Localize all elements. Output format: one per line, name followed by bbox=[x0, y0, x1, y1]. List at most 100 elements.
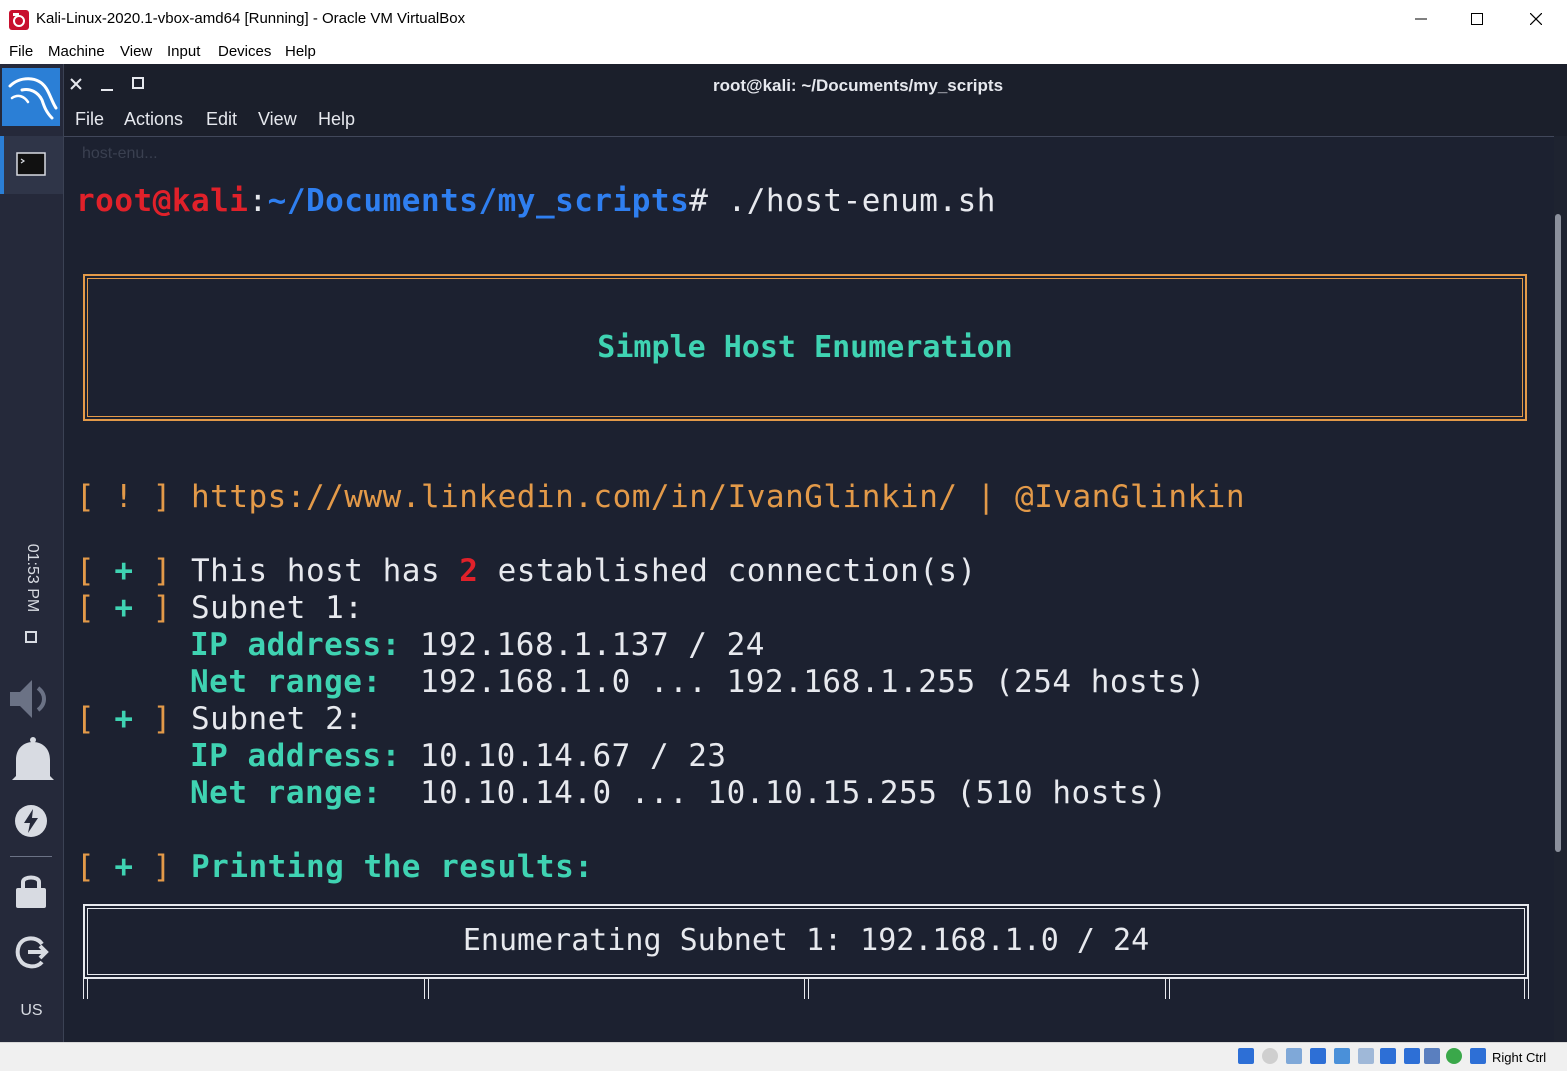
subnet1-range-label: Net range: bbox=[190, 664, 382, 700]
subnet1-ip-value: 192.168.1.137 / 24 bbox=[400, 627, 765, 663]
minimize-button[interactable] bbox=[1392, 0, 1450, 38]
plus-tag-open: [ bbox=[76, 553, 115, 589]
connections-line: [ + ] This host has 2 established connec… bbox=[76, 553, 977, 589]
keyboard-layout[interactable]: US bbox=[0, 1002, 63, 1020]
printing-line: [ + ] Printing the results: bbox=[76, 849, 593, 885]
mouse-integration-icon[interactable] bbox=[1446, 1048, 1462, 1064]
display-icon[interactable] bbox=[24, 630, 38, 644]
power-manager-icon[interactable] bbox=[14, 804, 48, 838]
plus-sign: + bbox=[114, 590, 134, 626]
subnet2-ip-label: IP address: bbox=[190, 738, 401, 774]
network-icon[interactable] bbox=[1310, 1048, 1326, 1064]
recording-icon[interactable] bbox=[1404, 1048, 1420, 1064]
window-title: Kali-Linux-2020.1-vbox-amd64 [Running] -… bbox=[36, 10, 466, 27]
menu-input[interactable]: Input bbox=[167, 43, 200, 60]
close-button[interactable] bbox=[1507, 0, 1565, 38]
prompt-separator: : bbox=[248, 183, 268, 219]
panel-clock[interactable]: 01:53 PM bbox=[12, 529, 52, 639]
close-icon bbox=[1530, 13, 1542, 25]
audio-icon[interactable] bbox=[1286, 1048, 1302, 1064]
conn-pre: This host has bbox=[171, 553, 460, 589]
plus-tag-close: ] bbox=[133, 701, 172, 737]
plus-tag-close: ] bbox=[133, 553, 172, 589]
table-border-right bbox=[1524, 979, 1529, 999]
subnet2-range-value: 10.10.14.0 ... 10.10.15.255 (510 hosts) bbox=[381, 775, 1168, 811]
panel-separator bbox=[10, 856, 52, 857]
subnet1-line: [ + ] Subnet 1: bbox=[76, 590, 363, 626]
display-status-icon[interactable] bbox=[1380, 1048, 1396, 1064]
menu-file[interactable]: File bbox=[9, 43, 33, 60]
printing-text: Printing the results: bbox=[171, 849, 594, 885]
plus-tag-open: [ bbox=[76, 849, 115, 885]
virtualbox-statusbar: Right Ctrl bbox=[0, 1042, 1567, 1071]
subnet2-line: [ + ] Subnet 2: bbox=[76, 701, 363, 737]
plus-tag-close: ] bbox=[133, 590, 172, 626]
shared-folders-icon[interactable] bbox=[1358, 1048, 1374, 1064]
menu-view[interactable]: View bbox=[120, 43, 152, 60]
table-column-divider bbox=[1165, 979, 1170, 999]
prompt-hash: # bbox=[689, 183, 709, 219]
terminal-menubar: File Actions Edit View Help bbox=[64, 104, 1567, 136]
keyboard-capture-icon[interactable] bbox=[1470, 1048, 1486, 1064]
prompt-path: ~/Documents/my_scripts bbox=[267, 183, 690, 219]
notifications-icon[interactable] bbox=[8, 736, 58, 788]
menu-machine[interactable]: Machine bbox=[48, 43, 105, 60]
menu-devices[interactable]: Devices bbox=[218, 43, 271, 60]
guest-display[interactable]: 01:53 PM US root@kali: ~/Documents/my_sc… bbox=[0, 64, 1567, 1042]
subnet2-ip-line: IP address: 10.10.14.67 / 23 bbox=[190, 738, 727, 774]
kali-panel: 01:53 PM US bbox=[0, 64, 64, 1042]
subnet1-ip-label: IP address: bbox=[190, 627, 401, 663]
menu-help[interactable]: Help bbox=[285, 43, 316, 60]
terminal-title: root@kali: ~/Documents/my_scripts bbox=[712, 76, 1004, 95]
virtualization-icon[interactable] bbox=[1424, 1048, 1440, 1064]
kali-menu-button[interactable] bbox=[2, 68, 60, 126]
taskbar-terminal[interactable] bbox=[0, 136, 63, 194]
banner-title: Simple Host Enumeration bbox=[597, 330, 1013, 365]
subnet2-range-label: Net range: bbox=[190, 775, 382, 811]
host-key-label: Right Ctrl bbox=[1492, 1050, 1547, 1065]
terminal-menu-file[interactable]: File bbox=[75, 109, 104, 130]
connection-count: 2 bbox=[459, 553, 479, 589]
minimize-icon bbox=[1415, 18, 1427, 20]
terminal-window: root@kali: ~/Documents/my_scripts File A… bbox=[64, 64, 1567, 1042]
kali-dragon-icon bbox=[8, 77, 58, 120]
terminal-menu-view[interactable]: View bbox=[258, 109, 297, 130]
info-text: https://www.linkedin.com/in/IvanGlinkin/… bbox=[171, 479, 1245, 515]
maximize-icon bbox=[1471, 13, 1483, 25]
conn-post: established connection(s) bbox=[478, 553, 977, 589]
plus-sign: + bbox=[114, 849, 134, 885]
terminal-menu-edit[interactable]: Edit bbox=[206, 109, 237, 130]
info-tag: [ ! ] bbox=[76, 479, 172, 515]
maximize-button[interactable] bbox=[1448, 0, 1506, 38]
info-line: [ ! ] https://www.linkedin.com/in/IvanGl… bbox=[76, 479, 1245, 515]
prompt-line: root@kali:~/Documents/my_scripts# ./host… bbox=[76, 183, 996, 219]
terminal-titlebar: root@kali: ~/Documents/my_scripts bbox=[64, 64, 1567, 104]
usb-icon[interactable] bbox=[1334, 1048, 1350, 1064]
virtualbox-app-icon bbox=[9, 10, 29, 30]
terminal-icon bbox=[16, 152, 46, 176]
volume-icon[interactable] bbox=[8, 674, 58, 724]
table-column-divider bbox=[424, 979, 429, 999]
terminal-tab-ghost: host-enu... bbox=[82, 145, 158, 162]
terminal-menu-actions[interactable]: Actions bbox=[124, 109, 183, 130]
subnet1-label: Subnet 1: bbox=[171, 590, 364, 626]
table-border-left bbox=[83, 979, 88, 999]
optical-drive-icon[interactable] bbox=[1262, 1048, 1278, 1064]
terminal-menu-help[interactable]: Help bbox=[318, 109, 355, 130]
subnet2-ip-value: 10.10.14.67 / 23 bbox=[400, 738, 727, 774]
virtualbox-titlebar: Kali-Linux-2020.1-vbox-amd64 [Running] -… bbox=[0, 0, 1567, 38]
banner-box: Simple Host Enumeration bbox=[83, 274, 1527, 421]
virtualbox-menubar: File Machine View Input Devices Help bbox=[0, 38, 1567, 64]
plus-tag-open: [ bbox=[76, 701, 115, 737]
enumeration-header: Enumerating Subnet 1: 192.168.1.0 / 24 bbox=[462, 923, 1150, 958]
plus-sign: + bbox=[114, 553, 134, 589]
subnet1-ip-line: IP address: 192.168.1.137 / 24 bbox=[190, 627, 765, 663]
terminal-output[interactable]: host-enu... root@kali:~/Documents/my_scr… bbox=[64, 136, 1554, 1042]
terminal-scrollbar[interactable] bbox=[1555, 214, 1561, 852]
table-column-divider bbox=[804, 979, 809, 999]
lock-screen-icon[interactable] bbox=[14, 872, 48, 910]
hard-disk-icon[interactable] bbox=[1238, 1048, 1254, 1064]
subnet1-range-line: Net range: 192.168.1.0 ... 192.168.1.255… bbox=[190, 664, 1206, 700]
logout-icon[interactable] bbox=[14, 934, 50, 970]
plus-sign: + bbox=[114, 701, 134, 737]
